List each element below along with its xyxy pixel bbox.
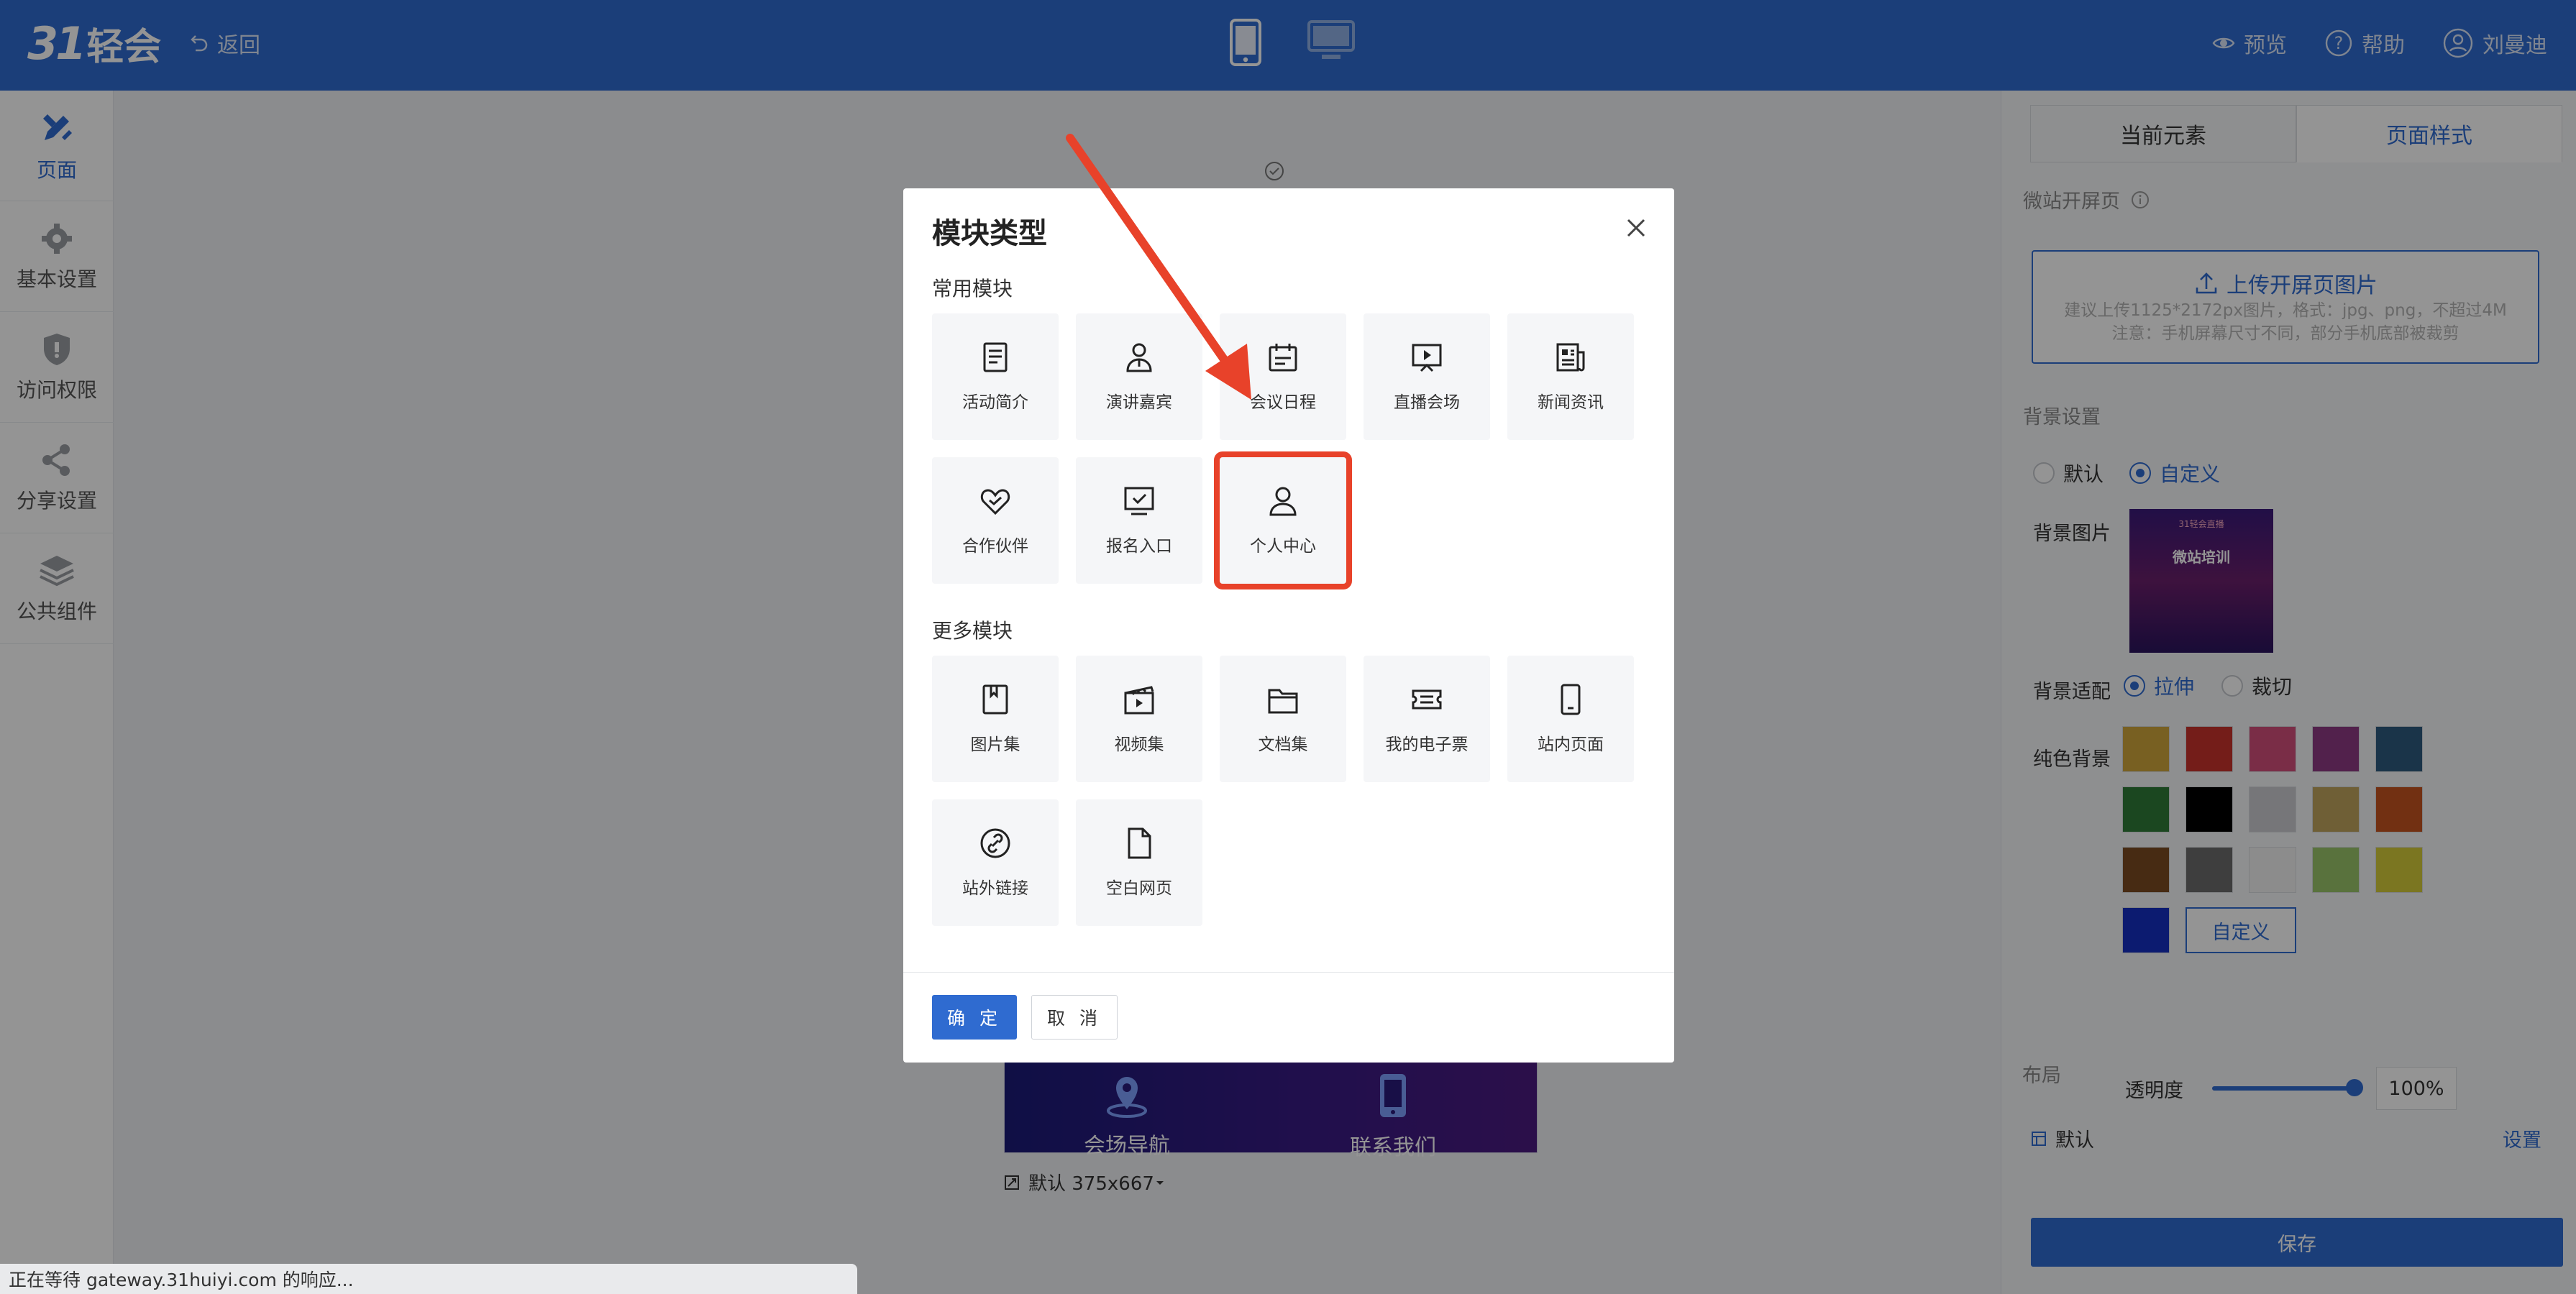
speaker-person-icon xyxy=(1126,343,1152,372)
monitor-check-icon xyxy=(1124,487,1154,515)
dialog-footer-divider xyxy=(903,972,1674,973)
module-tile-documents[interactable]: 文档集 xyxy=(1220,656,1346,782)
common-modules-title: 常用模块 xyxy=(932,277,1013,300)
module-tile-internal-page[interactable]: 站内页面 xyxy=(1507,656,1634,782)
module-tile-registration[interactable]: 报名入口 xyxy=(1076,457,1202,584)
module-tile-video-collection[interactable]: 视频集 xyxy=(1076,656,1202,782)
newspaper-icon xyxy=(1556,343,1585,372)
module-tile-agenda[interactable]: 会议日程 xyxy=(1220,313,1346,440)
image-book-icon xyxy=(982,684,1008,715)
close-icon[interactable] xyxy=(1625,217,1647,239)
confirm-button[interactable]: 确 定 xyxy=(932,995,1017,1040)
module-tile-news[interactable]: 新闻资讯 xyxy=(1507,313,1634,440)
tile-label: 文档集 xyxy=(1258,735,1308,754)
module-tile-live-venue[interactable]: 直播会场 xyxy=(1364,313,1490,440)
tile-label: 站内页面 xyxy=(1538,735,1604,754)
tile-label: 活动简介 xyxy=(962,393,1028,412)
module-tile-gallery[interactable]: 图片集 xyxy=(932,656,1059,782)
live-screen-icon xyxy=(1412,344,1442,372)
ticket-icon xyxy=(1412,689,1442,710)
user-icon xyxy=(1269,487,1297,516)
link-icon xyxy=(980,828,1010,858)
tile-label: 个人中心 xyxy=(1250,537,1316,556)
more-modules-grid: 图片集 视频集 文档集 我的电子票 站内页面 站外链接 空白网页 xyxy=(932,656,1634,926)
module-tile-external-link[interactable]: 站外链接 xyxy=(932,799,1059,926)
module-type-dialog: 模块类型 常用模块 活动简介 演讲嘉宾 会议日程 直播会场 新闻资讯 合作伙伴 xyxy=(903,188,1674,1063)
document-lines-icon xyxy=(983,342,1008,372)
module-tile-personal-center[interactable]: 个人中心 xyxy=(1214,451,1352,589)
tile-label: 新闻资讯 xyxy=(1538,393,1604,412)
module-tile-activity-intro[interactable]: 活动简介 xyxy=(932,313,1059,440)
module-tile-blank-page[interactable]: 空白网页 xyxy=(1076,799,1202,926)
tile-label: 站外链接 xyxy=(962,879,1028,898)
tile-label: 图片集 xyxy=(970,735,1020,754)
folder-icon xyxy=(1268,689,1298,714)
tile-label: 报名入口 xyxy=(1106,537,1172,556)
browser-status-bar: 正在等待 gateway.31huiyi.com 的响应... xyxy=(0,1264,857,1294)
more-modules-title: 更多模块 xyxy=(932,619,1013,643)
tile-label: 直播会场 xyxy=(1394,393,1460,412)
tile-label: 视频集 xyxy=(1114,735,1164,754)
tile-label: 会议日程 xyxy=(1250,393,1316,412)
module-tile-my-eticket[interactable]: 我的电子票 xyxy=(1364,656,1490,782)
dialog-title: 模块类型 xyxy=(932,217,1047,250)
blank-page-icon xyxy=(1128,827,1151,859)
module-tile-partners[interactable]: 合作伙伴 xyxy=(932,457,1059,584)
module-tile-speakers[interactable]: 演讲嘉宾 xyxy=(1076,313,1202,440)
mobile-page-icon xyxy=(1561,684,1581,715)
common-modules-grid: 活动简介 演讲嘉宾 会议日程 直播会场 新闻资讯 合作伙伴 报名入口 个人中心 xyxy=(932,313,1634,589)
handshake-heart-icon xyxy=(980,489,1010,515)
calendar-icon xyxy=(1269,344,1297,372)
tile-label: 合作伙伴 xyxy=(962,537,1028,556)
video-clapper-icon xyxy=(1124,686,1154,715)
cancel-button[interactable]: 取 消 xyxy=(1031,995,1118,1040)
tile-label: 演讲嘉宾 xyxy=(1106,393,1172,412)
tile-label: 空白网页 xyxy=(1106,879,1172,898)
tile-label: 我的电子票 xyxy=(1385,735,1469,754)
